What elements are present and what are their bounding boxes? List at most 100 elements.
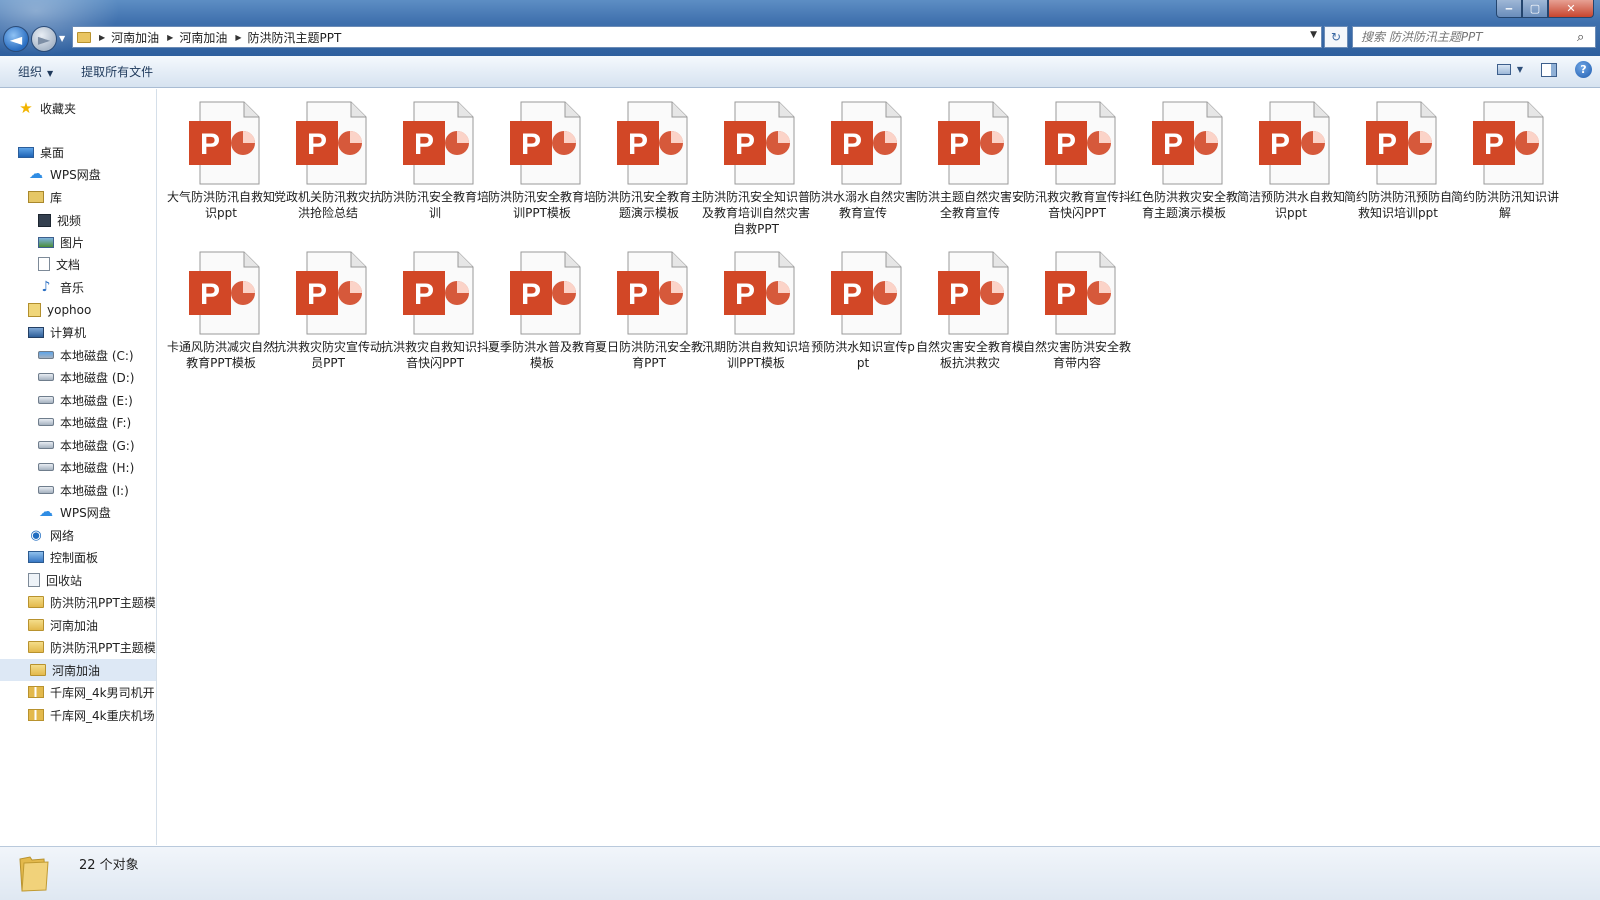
- sidebar-item-label: 本地磁盘 (F:): [60, 415, 132, 430]
- forward-button[interactable]: ►: [31, 26, 57, 52]
- sidebar-item[interactable]: 防洪防汛PPT主题模: [28, 636, 156, 658]
- file-item[interactable]: P 简洁预防洪水自救知识ppt: [1236, 89, 1346, 234]
- sidebar-item[interactable]: 本地磁盘 (F:): [38, 411, 131, 433]
- maximize-button[interactable]: ▢: [1522, 0, 1548, 18]
- file-item[interactable]: P 抗洪救灾自救知识抖音快闪PPT: [380, 239, 490, 384]
- details-pane: 22 个对象: [0, 846, 1600, 900]
- help-icon[interactable]: ?: [1575, 61, 1592, 78]
- file-item[interactable]: P 汛期防洪自救知识培训PPT模板: [701, 239, 811, 384]
- powerpoint-letter: P: [949, 128, 969, 161]
- change-view-button[interactable]: ▼: [1496, 64, 1523, 75]
- file-item[interactable]: P 自然灾害安全教育模板抗洪救灾: [915, 239, 1025, 384]
- drive-icon: [38, 373, 54, 381]
- file-item[interactable]: P 预防洪水知识宣传ppt: [808, 239, 918, 384]
- file-item[interactable]: P 防洪防汛安全教育培训PPT模板: [487, 89, 597, 234]
- sidebar-item[interactable]: 视频: [38, 209, 81, 231]
- sidebar-item[interactable]: ★ 收藏夹: [18, 97, 76, 119]
- sidebar-item-label: 本地磁盘 (D:): [60, 370, 135, 385]
- file-item[interactable]: P 自然灾害防洪安全教育带内容: [1022, 239, 1132, 384]
- sidebar-item[interactable]: 桌面: [18, 141, 64, 163]
- sidebar-item[interactable]: 防洪防汛PPT主题模: [28, 591, 156, 613]
- sidebar-item-label: 收藏夹: [40, 101, 77, 116]
- sidebar-item[interactable]: 文档: [38, 253, 80, 275]
- close-button[interactable]: ✕: [1548, 0, 1594, 18]
- powerpoint-letter: P: [628, 278, 648, 311]
- sidebar-item[interactable]: ☁ WPS网盘: [28, 163, 101, 185]
- breadcrumb-separator[interactable]: ▶: [167, 33, 173, 42]
- sidebar-item-label: yophoo: [47, 303, 92, 317]
- file-item[interactable]: P 大气防洪防汛自救知识ppt: [166, 89, 276, 234]
- organize-menu[interactable]: 组织 ▼: [18, 63, 53, 80]
- file-name: 防洪水溺水自然灾害教育宣传: [808, 190, 917, 220]
- file-item[interactable]: P 抗洪救灾防灾宣传动员PPT: [273, 239, 383, 384]
- search-icon[interactable]: ⌕: [1577, 30, 1595, 45]
- file-item[interactable]: P 防汛救灾教育宣传抖音快闪PPT: [1022, 89, 1132, 234]
- file-item[interactable]: P 防洪防汛安全教育主题演示模板: [594, 89, 704, 234]
- sidebar-item[interactable]: ♪ 音乐: [38, 276, 84, 298]
- minimize-button[interactable]: ‒: [1496, 0, 1522, 18]
- sidebar-item[interactable]: 本地磁盘 (E:): [38, 389, 133, 411]
- powerpoint-letter: P: [1484, 128, 1504, 161]
- sidebar-item-label: 千库网_4k男司机开:: [50, 685, 157, 700]
- sidebar-item[interactable]: 图片: [38, 231, 84, 253]
- file-item[interactable]: P 防洪水溺水自然灾害教育宣传: [808, 89, 918, 234]
- breadcrumb-item-current[interactable]: 防洪防汛主题PPT: [248, 29, 342, 46]
- sidebar-item[interactable]: 河南加油: [28, 614, 98, 636]
- breadcrumb-separator[interactable]: ▶: [99, 33, 105, 42]
- sidebar-item-label: 本地磁盘 (C:): [60, 348, 134, 363]
- sidebar-item-label: 本地磁盘 (I:): [60, 483, 129, 498]
- sidebar-item[interactable]: ◉ 网络: [28, 524, 74, 546]
- powerpoint-file-icon: P: [617, 101, 688, 185]
- sidebar-item[interactable]: 计算机: [28, 321, 86, 343]
- powerpoint-letter: P: [735, 128, 755, 161]
- sidebar-item[interactable]: 控制面板: [28, 546, 98, 568]
- folder-icon: [28, 619, 44, 631]
- recent-pages-dropdown[interactable]: ▼: [59, 34, 69, 44]
- file-item[interactable]: P 党政机关防汛救灾抗洪抢险总结: [273, 89, 383, 234]
- file-item[interactable]: P 夏季防洪水普及教育模板: [487, 239, 597, 384]
- sidebar-item-label: 本地磁盘 (G:): [60, 438, 135, 453]
- breadcrumb-item[interactable]: 河南加油: [111, 29, 159, 46]
- drive-icon: [38, 463, 54, 471]
- file-name: 自然灾害安全教育模板抗洪救灾: [915, 340, 1024, 370]
- sidebar-item[interactable]: 千库网_4k重庆机场:: [28, 704, 156, 726]
- sidebar-item[interactable]: 河南加油: [0, 659, 156, 681]
- search-box[interactable]: ⌕: [1352, 26, 1596, 48]
- extract-all-button[interactable]: 提取所有文件: [81, 63, 153, 80]
- file-item[interactable]: P 卡通风防洪减灾自然教育PPT模板: [166, 239, 276, 384]
- file-item[interactable]: P 防洪主题自然灾害安全教育宣传: [915, 89, 1025, 234]
- file-item[interactable]: P 简约防洪防汛预防自救知识培训ppt: [1343, 89, 1453, 234]
- sidebar-item[interactable]: 本地磁盘 (D:): [38, 366, 134, 388]
- back-button[interactable]: ◄: [3, 26, 29, 52]
- file-item[interactable]: P 红色防洪救灾安全教育主题演示模板: [1129, 89, 1239, 234]
- address-bar[interactable]: ▶ 河南加油 ▶ 河南加油 ▶ 防洪防汛主题PPT ▼: [72, 26, 1322, 48]
- powerpoint-file-icon: P: [831, 101, 902, 185]
- search-input[interactable]: [1353, 28, 1577, 46]
- sidebar-item[interactable]: 本地磁盘 (G:): [38, 434, 135, 456]
- sidebar-item[interactable]: 本地磁盘 (H:): [38, 456, 134, 478]
- breadcrumb-item[interactable]: 河南加油: [179, 29, 227, 46]
- refresh-button[interactable]: ↻: [1324, 26, 1348, 48]
- preview-pane-icon[interactable]: [1541, 62, 1557, 77]
- file-item[interactable]: P 防洪防汛安全教育培训: [380, 89, 490, 234]
- network-icon: ◉: [30, 527, 42, 543]
- sidebar-item[interactable]: 千库网_4k男司机开:: [28, 681, 157, 703]
- file-item[interactable]: P 夏日防洪防汛安全教育PPT: [594, 239, 704, 384]
- powerpoint-file-icon: P: [831, 251, 902, 335]
- powerpoint-letter: P: [521, 128, 541, 161]
- sidebar-item[interactable]: 库: [28, 186, 62, 208]
- sidebar-item-label: 防洪防汛PPT主题模: [50, 595, 156, 610]
- powerpoint-file-icon: P: [296, 251, 367, 335]
- sidebar-item[interactable]: 本地磁盘 (I:): [38, 479, 129, 501]
- powerpoint-file-icon: P: [510, 101, 581, 185]
- chevron-down-icon: ▼: [47, 69, 54, 78]
- breadcrumb-separator[interactable]: ▶: [235, 33, 241, 42]
- file-item[interactable]: P 简约防洪防汛知识讲解: [1450, 89, 1560, 234]
- sidebar-item[interactable]: 回收站: [28, 569, 82, 591]
- sidebar-item[interactable]: yophoo: [28, 299, 91, 321]
- file-item[interactable]: P 防洪防汛安全知识普及教育培训自然灾害自救PPT: [701, 89, 811, 236]
- address-dropdown-icon[interactable]: ▼: [1310, 30, 1317, 40]
- sidebar-item[interactable]: ☁ WPS网盘: [38, 501, 111, 523]
- sidebar-item[interactable]: 本地磁盘 (C:): [38, 344, 134, 366]
- powerpoint-file-icon: P: [189, 101, 260, 185]
